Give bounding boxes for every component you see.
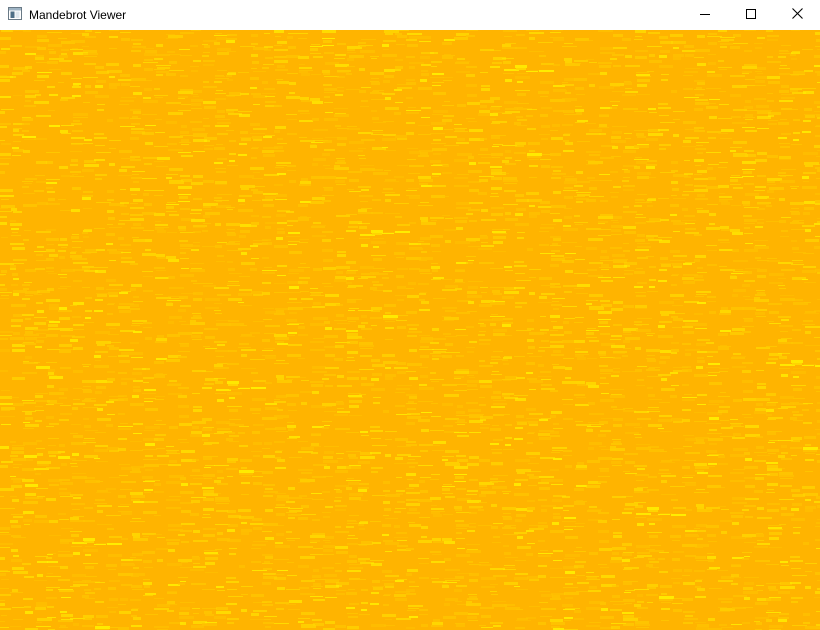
maximize-button[interactable] — [728, 0, 774, 30]
title-bar[interactable]: Mandebrot Viewer — [0, 0, 820, 30]
app-window: Mandebrot Viewer — [0, 0, 820, 630]
minimize-button[interactable] — [682, 0, 728, 30]
close-icon — [791, 6, 803, 24]
mandelbrot-canvas[interactable] — [0, 30, 820, 630]
minimize-icon — [700, 6, 710, 24]
maximize-icon — [746, 6, 756, 24]
fractal-render — [0, 30, 820, 630]
window-title: Mandebrot Viewer — [29, 8, 127, 22]
close-button[interactable] — [774, 0, 820, 30]
app-window-icon — [8, 7, 22, 20]
